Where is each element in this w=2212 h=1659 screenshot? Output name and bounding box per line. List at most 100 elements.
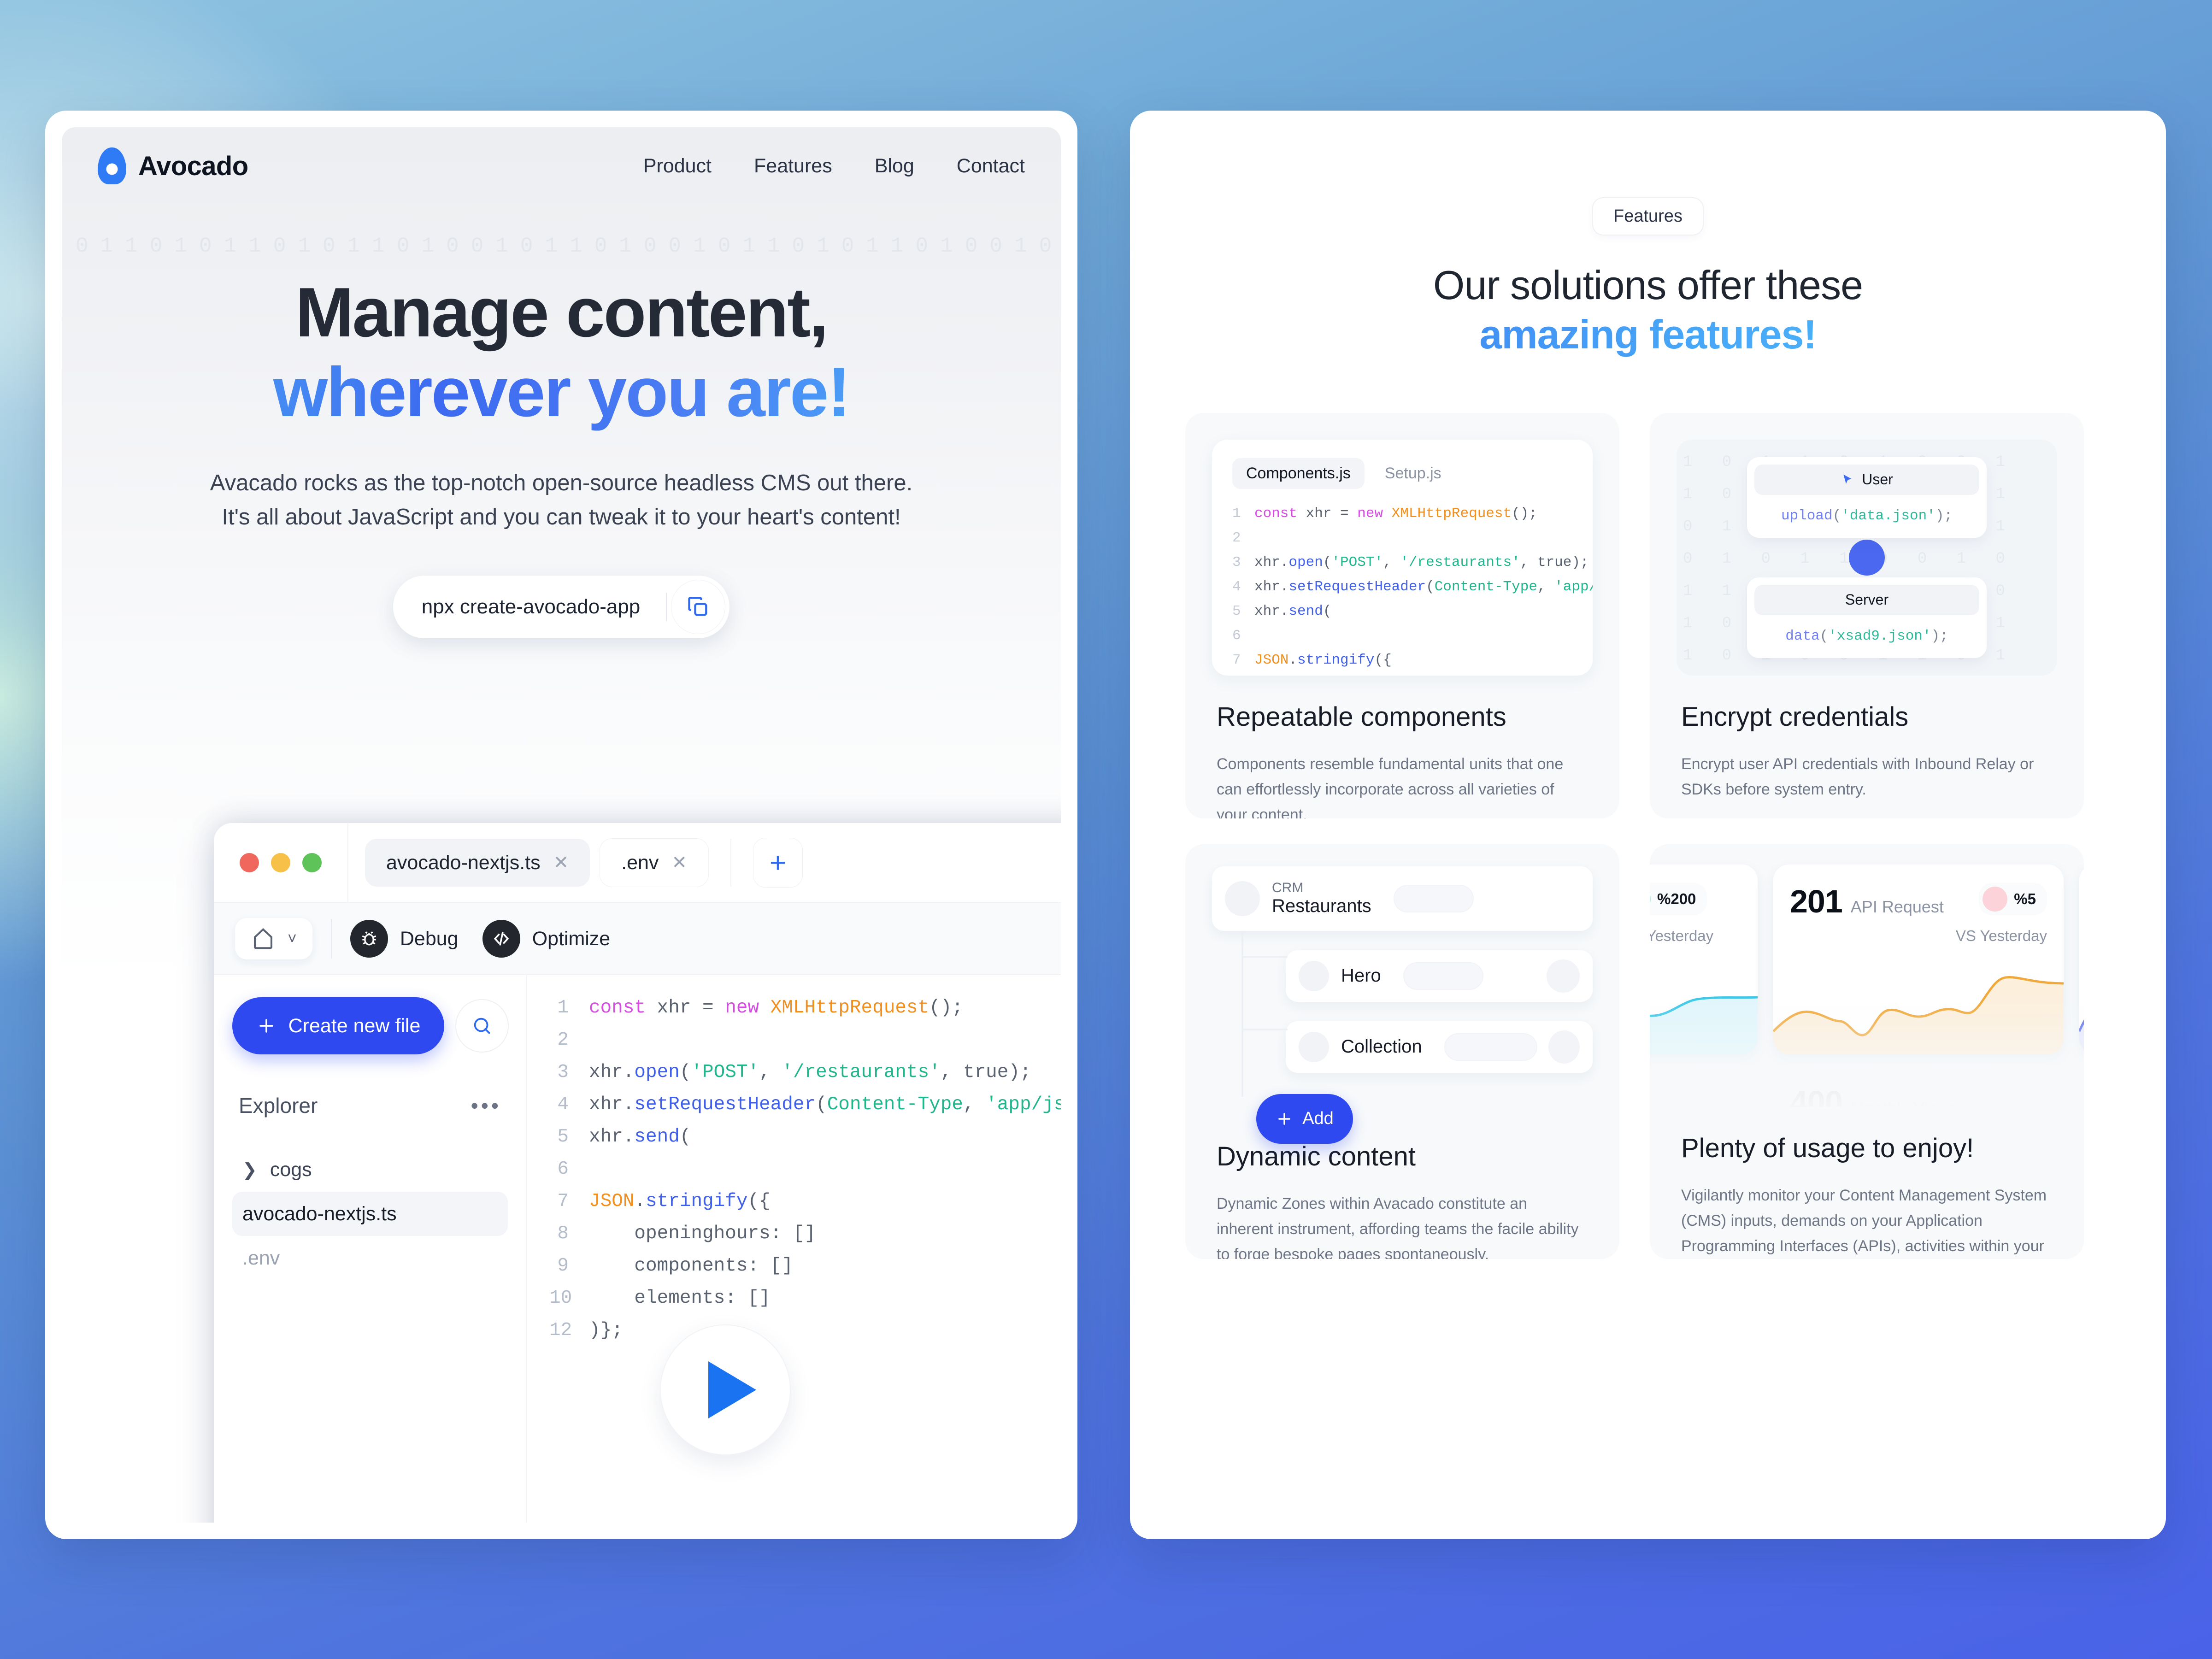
- metric-label: Monthly Views: [1851, 1098, 1957, 1107]
- code-text: elements: []: [589, 1288, 771, 1309]
- sidebar-search-button[interactable]: [456, 1000, 508, 1052]
- line-number: 3: [557, 1062, 569, 1083]
- editor-code-area[interactable]: 1 const xhr = new XMLHttpRequest(); 2 3 xhr.…: [527, 975, 1061, 1523]
- close-icon[interactable]: ✕: [553, 852, 569, 873]
- file-tree-label: .env: [242, 1247, 280, 1269]
- dynamic-child-name: Hero: [1341, 965, 1381, 986]
- close-icon[interactable]: ✕: [671, 852, 687, 873]
- features-pill-badge: Features: [1593, 198, 1703, 235]
- install-command-box: npx create-avocado-app: [393, 576, 730, 639]
- code-text: xhr.send(: [589, 1126, 691, 1147]
- nav-link-blog[interactable]: Blog: [875, 155, 914, 177]
- home-icon: [253, 928, 273, 949]
- badge-dot: [1650, 886, 1651, 912]
- server-node-header: Server: [1754, 584, 1979, 615]
- editor-toolbar: ˅ Debug Optimize: [214, 902, 1061, 975]
- features-grid: Components.js Setup.js 1 const xhr = new …: [1185, 412, 2111, 1259]
- card-text: Plenty of usage to enjoy! Vigilantly mon…: [1650, 1107, 2084, 1259]
- code-line: 9 components: []: [549, 1255, 1061, 1288]
- metrics-row-primary: %200 VS Yesterday: [1650, 864, 2084, 1054]
- metric-header: 201 API Request %5 VS Yesterday: [1790, 882, 2047, 945]
- brand-logo-group[interactable]: Avocado: [98, 147, 248, 184]
- code-editor-window: avocado-nextjs.ts ✕ .env ✕ + ˅ Debug Opt…: [214, 823, 1061, 1523]
- snippet-tab-components-js[interactable]: Components.js: [1232, 458, 1365, 489]
- metric-value: 400: [1790, 1084, 1843, 1107]
- metric-card-2: 201 API Request %5 VS Yesterday: [1773, 864, 2064, 1054]
- card-body: Vigilantly monitor your Content Manageme…: [1681, 1186, 2047, 1255]
- card-body: Encrypt user API credentials with Inboun…: [1681, 755, 2034, 798]
- user-node-code: upload('data.json');: [1781, 507, 1953, 524]
- usage-metrics-strip: %200 VS Yesterday: [1650, 848, 2084, 1107]
- code-text: openinghours: []: [589, 1223, 816, 1244]
- status-badge: %5: [1979, 882, 2047, 915]
- explorer-header: Explorer •••: [232, 1093, 508, 1118]
- file-tree-folder-cogs[interactable]: ❯ cogs: [232, 1147, 508, 1192]
- play-icon: [708, 1361, 756, 1418]
- divider: [666, 593, 667, 622]
- sparkline-chart: [1650, 996, 1758, 1054]
- features-heading-line1: Our solutions offer these: [1433, 262, 1863, 308]
- maximize-window-dot[interactable]: [302, 853, 322, 872]
- editor-tabbar: avocado-nextjs.ts ✕ .env ✕ +: [214, 823, 1061, 902]
- line-number: 2: [1232, 529, 1241, 546]
- site-navbar: Avocado Product Features Blog Contact: [62, 127, 1061, 205]
- row-action-handle[interactable]: [1548, 1030, 1580, 1064]
- dynamic-child-row-collection[interactable]: Collection: [1286, 1021, 1593, 1073]
- play-button[interactable]: [661, 1325, 790, 1454]
- nav-link-contact[interactable]: Contact: [957, 155, 1025, 177]
- file-tree-item-env[interactable]: .env: [232, 1236, 508, 1280]
- explorer-label: Explorer: [239, 1094, 318, 1118]
- placeholder-field: [1394, 885, 1473, 912]
- code-text: xhr.setRequestHeader(Content-Type, 'app/…: [589, 1094, 1061, 1115]
- debug-button[interactable]: Debug: [350, 920, 459, 958]
- code-fn: upload: [1781, 507, 1833, 524]
- line-number: 6: [557, 1159, 569, 1180]
- nav-link-features[interactable]: Features: [754, 155, 832, 177]
- window-traffic-lights[interactable]: [214, 853, 347, 872]
- home-dropdown-button[interactable]: ˅: [235, 918, 312, 959]
- avatar: [1299, 1031, 1329, 1062]
- dynamic-root-row[interactable]: CRM Restaurants: [1212, 866, 1593, 931]
- feature-card-encrypt-credentials: 1 0 1 1 0 1 0 0 1 1 0 1 0 1 1 0 0 1 0 1 …: [1650, 412, 2084, 818]
- file-tree-item-avocado-nextjs[interactable]: avocado-nextjs.ts: [232, 1192, 508, 1236]
- dynamic-child-row-hero[interactable]: Hero: [1286, 950, 1593, 1002]
- new-tab-button[interactable]: +: [753, 838, 802, 887]
- more-dots-icon[interactable]: •••: [471, 1093, 501, 1118]
- features-heading: Our solutions offer these amazing featur…: [1185, 260, 2111, 359]
- copy-icon: [688, 597, 707, 616]
- badge-label: %200: [1657, 890, 1696, 907]
- editor-tab-avocado-nextjs[interactable]: avocado-nextjs.ts ✕: [365, 839, 590, 887]
- row-action-handle[interactable]: [1547, 959, 1580, 993]
- line-number: 3: [1232, 554, 1241, 571]
- metric-value-row: 201 API Request: [1790, 883, 1944, 920]
- line-number: 8: [557, 1223, 569, 1244]
- dynamic-zone-diagram: CRM Restaurants Hero Collection Add: [1212, 866, 1593, 1144]
- close-window-dot[interactable]: [240, 853, 259, 872]
- plus-icon: [259, 1019, 273, 1033]
- feature-card-usage: %200 VS Yesterday: [1650, 844, 2084, 1259]
- code-icon: [482, 920, 520, 958]
- editor-tab-env[interactable]: .env ✕: [600, 839, 708, 887]
- search-icon: [474, 1018, 490, 1034]
- user-node-header: User: [1754, 464, 1979, 495]
- copy-command-button[interactable]: [671, 580, 725, 634]
- nav-link-product[interactable]: Product: [643, 155, 712, 177]
- optimize-button[interactable]: Optimize: [482, 920, 610, 958]
- line-number: 4: [1232, 578, 1241, 595]
- status-badge: %200: [1650, 882, 1707, 915]
- code-text: )};: [589, 1320, 623, 1341]
- line-number: 5: [1232, 603, 1241, 619]
- tree-connector: [1241, 930, 1288, 1097]
- hero-heading-line2: wherever you are!: [62, 353, 1061, 432]
- create-new-file-button[interactable]: Create new file: [232, 997, 444, 1054]
- file-tree: ❯ cogs avocado-nextjs.ts .env: [232, 1147, 508, 1280]
- encrypt-diagram: 1 0 1 1 0 1 0 0 1 1 0 1 0 1 1 0 0 1 0 1 …: [1677, 439, 2057, 676]
- add-zone-button[interactable]: Add: [1256, 1094, 1353, 1144]
- avatar: [1299, 960, 1329, 991]
- code-line: 2: [1232, 530, 1572, 554]
- metric-value: 201: [1790, 883, 1843, 919]
- user-node-label: User: [1862, 471, 1893, 488]
- card-title: Dynamic content: [1217, 1141, 1416, 1171]
- snippet-tab-setup-js[interactable]: Setup.js: [1371, 458, 1455, 489]
- minimize-window-dot[interactable]: [271, 853, 290, 872]
